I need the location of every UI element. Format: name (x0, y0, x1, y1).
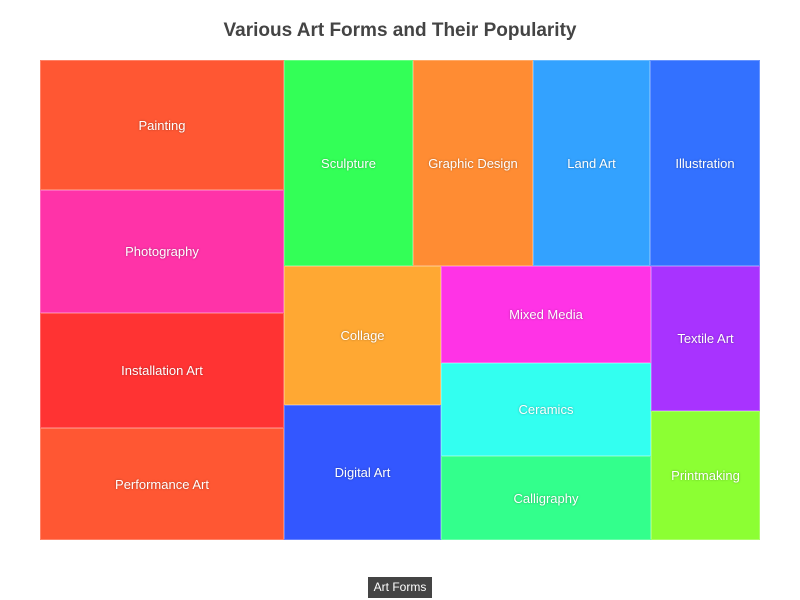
treemap-tile-land-art[interactable]: Land Art (533, 60, 650, 266)
legend: Art Forms (0, 577, 800, 598)
treemap-tile-label: Mixed Media (509, 307, 583, 322)
treemap-tile-mixed-media[interactable]: Mixed Media (441, 266, 651, 363)
treemap-tile-ceramics[interactable]: Ceramics (441, 363, 651, 456)
treemap-tile-collage[interactable]: Collage (284, 266, 441, 405)
treemap-tile-label: Painting (138, 117, 186, 133)
treemap-tile-label: Printmaking (671, 468, 740, 483)
treemap-tile-performance-art[interactable]: Performance Art (40, 428, 284, 540)
treemap-tile-illustration[interactable]: Illustration (650, 60, 760, 266)
treemap-tile-digital-art[interactable]: Digital Art (284, 405, 441, 540)
treemap-tile-label: Land Art (567, 155, 616, 171)
treemap-tile-printmaking[interactable]: Printmaking (651, 411, 760, 540)
treemap-tile-label: Textile Art (677, 331, 734, 346)
treemap-tile-calligraphy[interactable]: Calligraphy (441, 456, 651, 540)
treemap-tile-photography[interactable]: Photography (40, 190, 284, 313)
treemap-tile-installation-art[interactable]: Installation Art (40, 313, 284, 428)
treemap-tile-label: Sculpture (321, 155, 376, 171)
treemap-tile-label: Collage (340, 328, 385, 343)
treemap-tile-painting[interactable]: Painting (40, 60, 284, 190)
treemap-tile-sculpture[interactable]: Sculpture (284, 60, 413, 266)
legend-item-art-forms[interactable]: Art Forms (367, 577, 433, 598)
treemap: Painting Photography Installation Art Perfo… (40, 60, 760, 540)
treemap-tile-label: Performance Art (115, 476, 209, 492)
treemap-tile-label: Ceramics (518, 402, 574, 417)
treemap-tile-label: Digital Art (334, 465, 391, 480)
treemap-tile-label: Illustration (675, 155, 735, 171)
treemap-tile-label: Graphic Design (428, 155, 518, 171)
treemap-tile-graphic-design[interactable]: Graphic Design (413, 60, 533, 266)
treemap-tile-textile-art[interactable]: Textile Art (651, 266, 760, 411)
treemap-tile-label: Calligraphy (513, 490, 579, 506)
chart-title: Various Art Forms and Their Popularity (223, 20, 577, 41)
treemap-tile-label: Photography (125, 244, 199, 259)
treemap-tile-label: Installation Art (121, 363, 203, 378)
